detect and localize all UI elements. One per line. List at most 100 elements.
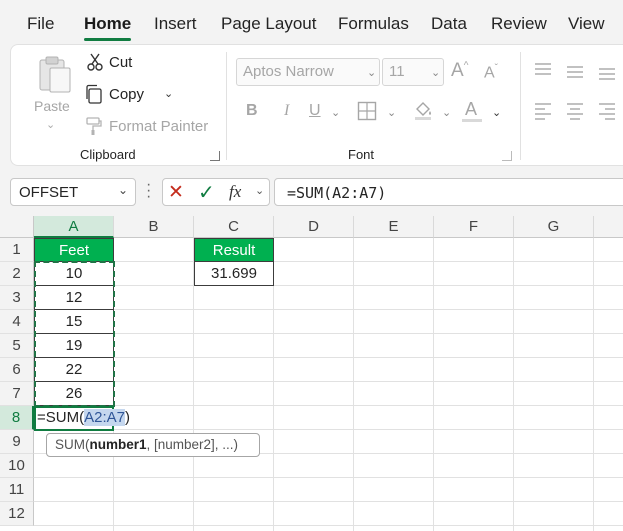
tooltip-current-argument[interactable]: number1: [90, 437, 147, 452]
row-header-2[interactable]: 2: [0, 262, 34, 286]
tooltip-function-name: SUM(: [55, 437, 90, 452]
paintbrush-icon: [86, 117, 102, 135]
active-tab-indicator: [84, 38, 131, 41]
insert-function-icon[interactable]: fx: [229, 182, 241, 202]
group-divider: [520, 52, 521, 160]
gridline: [34, 501, 623, 502]
decrease-font-size-icon[interactable]: Aˇ: [484, 63, 498, 82]
name-box-value: OFFSET: [19, 184, 79, 201]
gridline: [34, 381, 623, 382]
paste-label: Paste: [34, 98, 70, 114]
column-header-b[interactable]: B: [114, 216, 194, 238]
select-all-corner[interactable]: [0, 216, 34, 238]
row-header-1[interactable]: 1: [0, 238, 34, 262]
group-divider: [226, 52, 227, 160]
formula-input[interactable]: =SUM(A2:A7): [274, 178, 623, 206]
tab-home[interactable]: Home: [84, 14, 131, 34]
cell-a1[interactable]: Feet: [34, 238, 114, 262]
gridline: [34, 525, 623, 526]
chevron-down-icon[interactable]: ⌄: [492, 106, 501, 119]
cell-c1[interactable]: Result: [194, 238, 274, 262]
column-header-c[interactable]: C: [194, 216, 274, 238]
column-header-h[interactable]: [594, 216, 623, 238]
tab-page-layout[interactable]: Page Layout: [221, 14, 316, 34]
font-name-select[interactable]: Aptos Narrow: [236, 58, 380, 86]
row-header-9[interactable]: 9: [0, 430, 34, 454]
copy-icon: [86, 84, 102, 104]
gridline: [353, 238, 354, 531]
gridline: [34, 357, 623, 358]
align-right-icon[interactable]: [597, 102, 617, 120]
row-header-12[interactable]: 12: [0, 502, 34, 526]
increase-font-size-icon[interactable]: A^: [451, 60, 468, 82]
gridline: [34, 333, 623, 334]
align-left-icon[interactable]: [533, 102, 553, 120]
font-group-label: Font: [348, 147, 375, 162]
copy-button[interactable]: Copy ⌄: [84, 84, 184, 106]
ribbon-tab-bar: File Home Insert Page Layout Formulas Da…: [0, 0, 623, 44]
tab-data[interactable]: Data: [431, 14, 467, 34]
row-header-11[interactable]: 11: [0, 478, 34, 502]
column-header-g[interactable]: G: [514, 216, 594, 238]
tooltip-remaining-args: , [number2], ...): [146, 437, 239, 452]
chevron-down-icon[interactable]: ⌄: [442, 106, 451, 119]
column-header-d[interactable]: D: [274, 216, 354, 238]
gridline: [433, 238, 434, 531]
column-header-f[interactable]: F: [434, 216, 514, 238]
gridline: [34, 261, 623, 262]
clipboard-dialog-launcher-icon[interactable]: [210, 151, 220, 161]
tab-formulas[interactable]: Formulas: [338, 14, 409, 34]
chevron-down-icon[interactable]: ⌄: [255, 184, 264, 197]
more-options-icon[interactable]: · · ·: [146, 177, 151, 205]
cell-a8-editing[interactable]: =SUM(A2:A7): [34, 406, 130, 431]
row-header-4[interactable]: 4: [0, 310, 34, 334]
function-tooltip[interactable]: SUM(number1, [number2], ...): [46, 433, 260, 457]
cut-button[interactable]: Cut: [84, 52, 154, 74]
gridline: [513, 238, 514, 531]
align-center-icon[interactable]: [565, 102, 585, 120]
gridline: [34, 477, 623, 478]
chevron-down-icon: ⌄: [46, 119, 56, 131]
chevron-down-icon[interactable]: ⌄: [118, 183, 128, 197]
edit-formula-prefix: =SUM(: [37, 409, 85, 426]
tab-review[interactable]: Review: [491, 14, 547, 34]
copy-range-marquee: [34, 261, 115, 407]
column-header-e[interactable]: E: [354, 216, 434, 238]
underline-button[interactable]: U: [309, 102, 321, 120]
row-header-8[interactable]: 8: [0, 406, 34, 430]
tab-view[interactable]: View: [568, 14, 605, 34]
cancel-icon[interactable]: ✕: [168, 181, 184, 204]
enter-check-icon[interactable]: ✓: [198, 180, 215, 205]
font-color-swatch: [462, 119, 482, 122]
column-header-a[interactable]: A: [34, 216, 114, 238]
align-bottom-icon[interactable]: [597, 66, 617, 82]
fill-color-icon[interactable]: [412, 99, 434, 121]
scissors-icon: [87, 53, 103, 71]
row-header-7[interactable]: 7: [0, 382, 34, 406]
bold-button[interactable]: B: [246, 102, 258, 120]
align-middle-icon[interactable]: [565, 64, 585, 80]
font-size-value: 11: [389, 63, 405, 80]
format-painter-button[interactable]: Format Painter: [84, 116, 214, 138]
chevron-down-icon[interactable]: ⌄: [164, 87, 173, 100]
tab-file[interactable]: File: [27, 14, 54, 34]
gridline: [34, 309, 623, 310]
borders-icon[interactable]: [357, 101, 377, 121]
tab-insert[interactable]: Insert: [154, 14, 197, 34]
chevron-down-icon[interactable]: ⌄: [331, 106, 340, 119]
font-name-value: Aptos Narrow: [243, 63, 334, 80]
align-top-icon[interactable]: [533, 62, 553, 78]
formula-text: =SUM(A2:A7): [287, 184, 387, 202]
row-header-5[interactable]: 5: [0, 334, 34, 358]
chevron-down-icon[interactable]: ⌄: [387, 106, 396, 119]
cell-c2[interactable]: 31.699: [194, 262, 274, 286]
copy-label: Copy: [109, 86, 145, 103]
row-header-6[interactable]: 6: [0, 358, 34, 382]
paste-button[interactable]: Paste ⌄: [30, 52, 76, 134]
row-header-10[interactable]: 10: [0, 454, 34, 478]
row-header-3[interactable]: 3: [0, 286, 34, 310]
cut-label: Cut: [109, 54, 133, 71]
italic-button[interactable]: I: [284, 102, 289, 120]
font-color-icon[interactable]: A: [465, 99, 477, 120]
font-dialog-launcher-icon[interactable]: [502, 151, 512, 161]
